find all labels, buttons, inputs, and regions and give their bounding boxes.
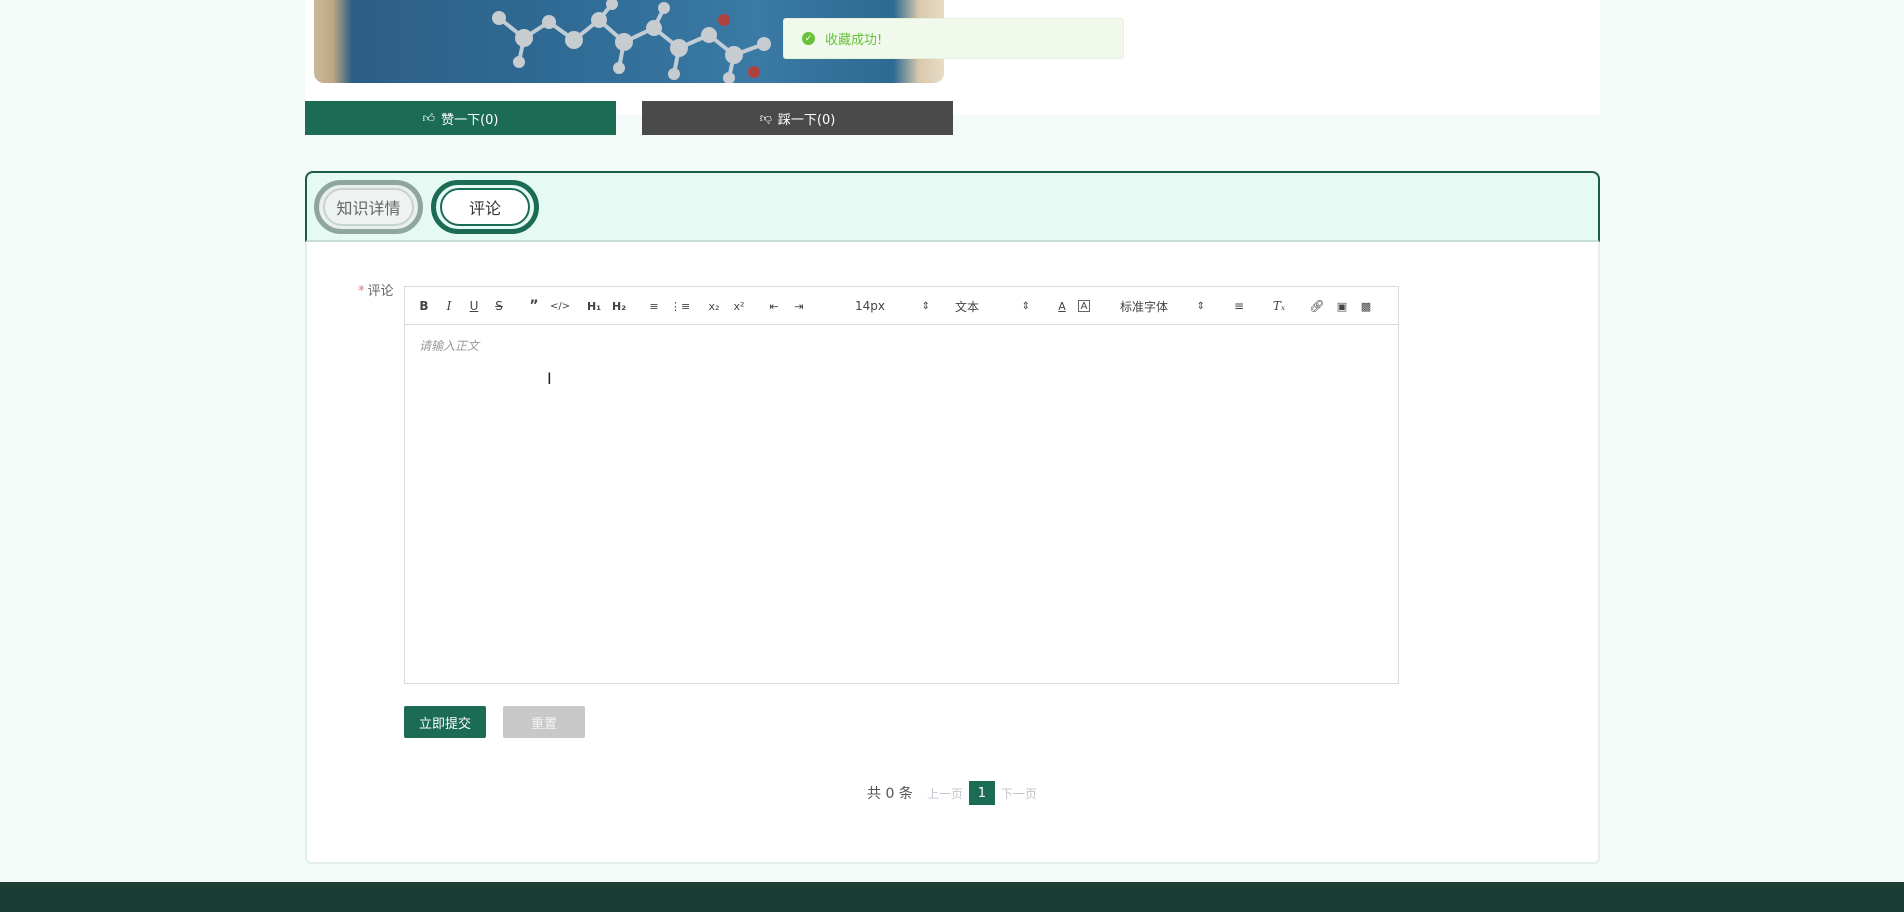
align-icon[interactable]: ≡ xyxy=(1230,296,1248,316)
strikethrough-icon[interactable]: S xyxy=(490,296,508,316)
font-family-value: 标准字体 xyxy=(1120,299,1169,314)
font-color-icon[interactable]: A xyxy=(1053,296,1071,316)
toast-message: 收藏成功! xyxy=(825,33,883,48)
success-toast: ✓ 收藏成功! xyxy=(783,18,1124,59)
header-select[interactable]: 文本 ⇕ xyxy=(955,296,1030,316)
video-icon[interactable]: ▩ xyxy=(1357,296,1375,316)
required-mark: * xyxy=(358,284,365,299)
ordered-list-icon[interactable]: ≡ xyxy=(645,296,663,316)
select-arrows-icon: ⇕ xyxy=(1021,300,1030,312)
next-page-button[interactable]: 下一页 xyxy=(1001,785,1037,802)
page-footer xyxy=(0,882,1904,912)
thumbs-up-icon: 👍︎ xyxy=(422,110,436,125)
dislike-button-label: 踩一下(0) xyxy=(777,112,836,128)
like-button[interactable]: 👍︎ 赞一下(0) xyxy=(305,101,616,135)
rich-text-editor: B I U S ” </> H₁ H₂ ≡ ⋮≡ x₂ x² ⇤ ⇥ 14px … xyxy=(404,286,1399,684)
outdent-icon[interactable]: ⇤ xyxy=(765,296,783,316)
comment-field-label: * 评论 xyxy=(358,280,394,299)
font-family-select[interactable]: 标准字体 ⇕ xyxy=(1120,296,1205,316)
submit-button[interactable]: 立即提交 xyxy=(404,706,486,738)
clear-format-icon[interactable]: Tₓ xyxy=(1270,296,1288,316)
dislike-button[interactable]: 👎︎ 踩一下(0) xyxy=(642,101,953,135)
link-icon[interactable]: 🔗︎ xyxy=(1308,296,1326,316)
reset-button[interactable]: 重置 xyxy=(503,706,585,738)
select-arrows-icon: ⇕ xyxy=(921,300,930,312)
blockquote-icon[interactable]: ” xyxy=(525,296,543,316)
editor-content-area[interactable]: 请输入正文 I xyxy=(405,325,1398,683)
indent-icon[interactable]: ⇥ xyxy=(790,296,808,316)
comment-label-text: 评论 xyxy=(367,284,394,299)
bullet-list-icon[interactable]: ⋮≡ xyxy=(670,296,690,316)
like-button-label: 赞一下(0) xyxy=(441,112,499,128)
bold-icon[interactable]: B xyxy=(415,296,433,316)
tab-comment[interactable]: 评论 xyxy=(431,180,539,234)
prev-page-button[interactable]: 上一页 xyxy=(927,785,963,802)
italic-icon[interactable]: I xyxy=(440,296,458,316)
font-size-select[interactable]: 14px ⇕ xyxy=(855,296,930,316)
tab-comment-label: 评论 xyxy=(468,199,501,218)
page-number-current[interactable]: 1 xyxy=(968,781,995,805)
font-size-value: 14px xyxy=(855,299,885,313)
pagination-total: 共 0 条 xyxy=(867,786,913,802)
thumbs-down-icon: 👎︎ xyxy=(759,110,772,125)
editor-placeholder: 请输入正文 xyxy=(419,339,480,353)
tab-knowledge-detail[interactable]: 知识详情 xyxy=(314,180,423,234)
header-value: 文本 xyxy=(955,299,980,314)
editor-toolbar: B I U S ” </> H₁ H₂ ≡ ⋮≡ x₂ x² ⇤ ⇥ 14px … xyxy=(405,287,1398,325)
pagination: 共 0 条 上一页 1 下一页 xyxy=(867,781,1037,805)
image-icon[interactable]: ▣ xyxy=(1333,296,1351,316)
subscript-icon[interactable]: x₂ xyxy=(705,296,723,316)
check-circle-icon: ✓ xyxy=(802,32,815,45)
underline-icon[interactable]: U xyxy=(465,296,483,316)
header-2-icon[interactable]: H₂ xyxy=(610,296,628,316)
tab-knowledge-detail-label: 知识详情 xyxy=(336,199,401,218)
background-color-icon[interactable]: A xyxy=(1078,300,1090,312)
page: 👍︎ 赞一下(0) 👎︎ 踩一下(0) ✓ 收藏成功! 知识详情 评论 * 评论 … xyxy=(0,0,1904,912)
text-cursor-icon: I xyxy=(547,369,552,388)
header-1-icon[interactable]: H₁ xyxy=(585,296,603,316)
select-arrows-icon: ⇕ xyxy=(1196,300,1205,312)
code-block-icon[interactable]: </> xyxy=(550,296,570,316)
superscript-icon[interactable]: x² xyxy=(730,296,748,316)
